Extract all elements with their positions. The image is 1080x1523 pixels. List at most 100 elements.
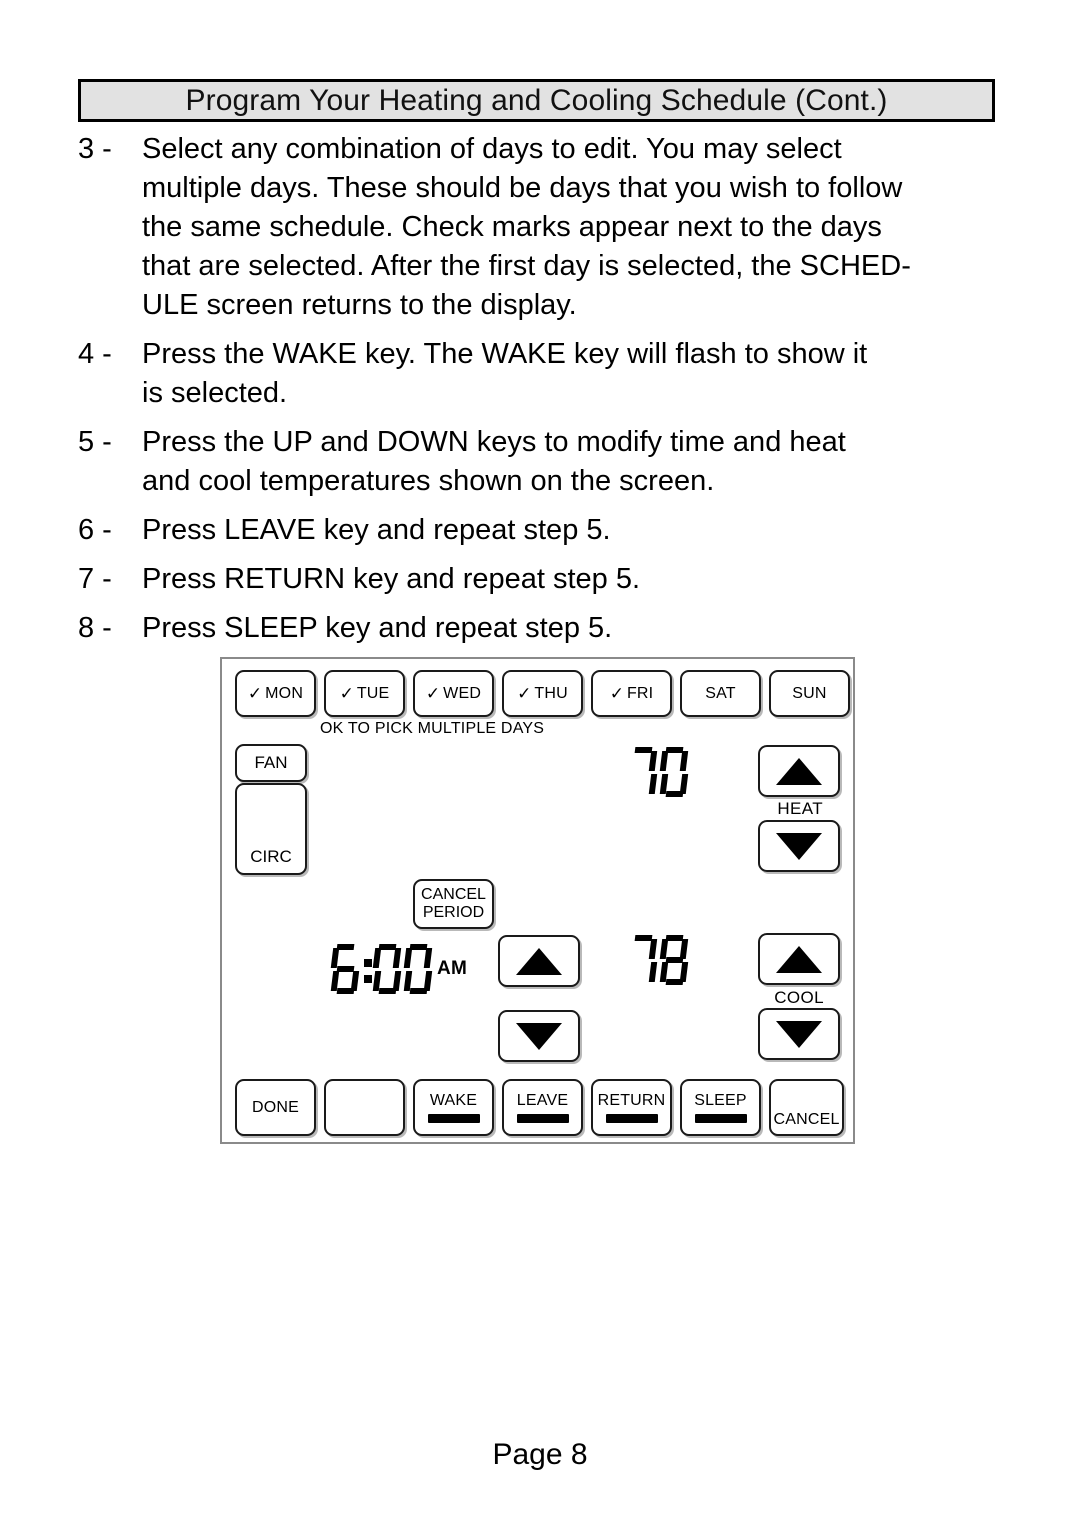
- thermostat-diagram: ✓ MON ✓ TUE ✓ WED ✓ THU ✓ FRI SAT SUN OK TO PICK MU…: [220, 657, 855, 1144]
- triangle-down-icon: [516, 1022, 562, 1050]
- step-text-line: multiple days. These should be days that…: [142, 172, 903, 204]
- segment-c: [648, 961, 658, 982]
- seven-segment-digit: [659, 935, 689, 985]
- instruction-step: 7 - Press RETURN key and repeat step 5.: [78, 560, 1008, 599]
- day-key-wed[interactable]: ✓ WED: [413, 670, 494, 717]
- time-meridiem: AM: [437, 958, 468, 979]
- bottom-key-label: SLEEP: [694, 1092, 747, 1109]
- fan-key[interactable]: FAN: [235, 744, 307, 782]
- step-text-line: the same schedule. Check marks appear ne…: [142, 211, 882, 243]
- segment-d: [378, 988, 396, 994]
- key-selection-bar: [605, 1114, 658, 1123]
- key-selection-bar: [694, 1114, 747, 1123]
- instruction-step: 8 - Press SLEEP key and repeat step 5.: [78, 609, 1008, 648]
- step-text: Press the WAKE key. The WAKE key will fl…: [142, 335, 1008, 413]
- segment-b: [679, 938, 689, 959]
- day-key-thu[interactable]: ✓ THU: [502, 670, 583, 717]
- segment-f: [330, 947, 340, 968]
- cool-label: COOL: [774, 988, 824, 1007]
- segment-c: [648, 773, 658, 794]
- day-key-label: SAT: [705, 684, 736, 702]
- time-up-key[interactable]: [498, 935, 580, 987]
- seven-segment-digit: [630, 747, 658, 797]
- instruction-step: 4 - Press the WAKE key. The WAKE key will…: [78, 335, 1008, 413]
- bottom-key-wake[interactable]: WAKE: [413, 1079, 494, 1136]
- colon-dot: [364, 975, 372, 983]
- seven-segment-digit: [403, 944, 433, 994]
- step-text: Press LEAVE key and repeat step 5.: [142, 511, 1008, 550]
- segment-b: [679, 750, 689, 771]
- seven-segment-digit: [630, 935, 658, 985]
- triangle-down-icon: [776, 832, 822, 860]
- bottom-key-return[interactable]: RETURN: [591, 1079, 672, 1136]
- step-text-line: that are selected. After the first day i…: [142, 250, 911, 282]
- cool-up-key[interactable]: [758, 933, 840, 985]
- seven-segment-digit: [372, 944, 402, 994]
- check-icon: ✓: [425, 684, 441, 703]
- day-key-sat[interactable]: SAT: [680, 670, 761, 717]
- step-text-line: ULE screen returns to the display.: [142, 289, 577, 321]
- bottom-key-done[interactable]: DONE: [235, 1079, 316, 1136]
- key-selection-bar: [516, 1114, 569, 1123]
- segment-d: [665, 979, 683, 985]
- bottom-key-label: CANCEL: [773, 1111, 840, 1128]
- instruction-step: 3 - Select any combination of days to edi…: [78, 130, 1008, 325]
- step-text: Press the UP and DOWN keys to modify tim…: [142, 423, 1008, 501]
- day-key-label: WED: [443, 684, 482, 702]
- cool-down-key[interactable]: [758, 1008, 840, 1060]
- triangle-up-icon: [776, 945, 822, 973]
- bottom-key-sleep[interactable]: SLEEP: [680, 1079, 761, 1136]
- step-text-line: Select any combination of days to edit. …: [142, 133, 842, 165]
- heat-up-key[interactable]: [758, 745, 840, 797]
- check-icon: ✓: [247, 684, 263, 703]
- key-selection-bar: [427, 1114, 480, 1123]
- circ-key-label: CIRC: [250, 847, 292, 866]
- bottom-key-label: RETURN: [597, 1092, 666, 1109]
- check-icon: ✓: [339, 684, 354, 703]
- cancel-period-key[interactable]: CANCEL PERIOD: [413, 879, 494, 929]
- cool-temperature-display: [630, 935, 692, 985]
- bottom-key-cancel[interactable]: CANCEL: [769, 1079, 844, 1136]
- day-key-label: TUE: [356, 684, 390, 702]
- bottom-key-label: DONE: [251, 1098, 300, 1116]
- step-text: Select any combination of days to edit. …: [142, 130, 1008, 325]
- heat-down-key[interactable]: [758, 820, 840, 872]
- page-title-banner: Program Your Heating and Cooling Schedul…: [78, 79, 995, 122]
- step-number: 3 -: [78, 133, 112, 165]
- step-text-line: Press the WAKE key. The WAKE key will fl…: [142, 338, 868, 370]
- seven-segment-digit: [330, 944, 360, 994]
- segment-b: [648, 938, 658, 959]
- page-title: Program Your Heating and Cooling Schedul…: [185, 83, 888, 117]
- day-key-fri[interactable]: ✓ FRI: [591, 670, 672, 717]
- day-key-mon[interactable]: ✓ MON: [235, 670, 316, 717]
- step-number: 8 -: [78, 612, 112, 644]
- segment-b: [648, 750, 658, 771]
- triangle-up-icon: [776, 757, 822, 785]
- check-icon: ✓: [609, 684, 624, 703]
- page-number: Page 8: [492, 1438, 588, 1471]
- instruction-step: 5 - Press the UP and DOWN keys to modify …: [78, 423, 1008, 501]
- step-text-line: and cool temperatures shown on the scree…: [142, 465, 715, 497]
- circ-key[interactable]: CIRC: [235, 783, 307, 875]
- day-key-sun[interactable]: SUN: [769, 670, 850, 717]
- instruction-step: 6 - Press LEAVE key and repeat step 5.: [78, 511, 1008, 550]
- step-text-line: Press SLEEP key and repeat step 5.: [142, 612, 613, 644]
- day-key-tue[interactable]: ✓ TUE: [324, 670, 405, 717]
- bottom-key-leave[interactable]: LEAVE: [502, 1079, 583, 1136]
- bottom-key-label: LEAVE: [516, 1092, 569, 1109]
- segment-a: [634, 747, 652, 753]
- segment-g: [665, 957, 683, 963]
- step-number: 5 -: [78, 426, 112, 458]
- multiple-days-hint: OK TO PICK MULTIPLE DAYS: [320, 720, 545, 737]
- heat-temperature-display: [630, 747, 692, 797]
- instruction-list: 3 - Select any combination of days to edi…: [78, 130, 1008, 658]
- segment-d: [665, 791, 683, 797]
- seven-segment-digit: [659, 747, 689, 797]
- step-text-line: Press LEAVE key and repeat step 5.: [142, 514, 611, 546]
- bottom-key-blank: [324, 1079, 405, 1136]
- check-icon: ✓: [517, 684, 532, 703]
- step-text-line: Press RETURN key and repeat step 5.: [142, 563, 641, 595]
- step-text: Press RETURN key and repeat step 5.: [142, 560, 1008, 599]
- step-text: Press SLEEP key and repeat step 5.: [142, 609, 1008, 648]
- time-down-key[interactable]: [498, 1010, 580, 1062]
